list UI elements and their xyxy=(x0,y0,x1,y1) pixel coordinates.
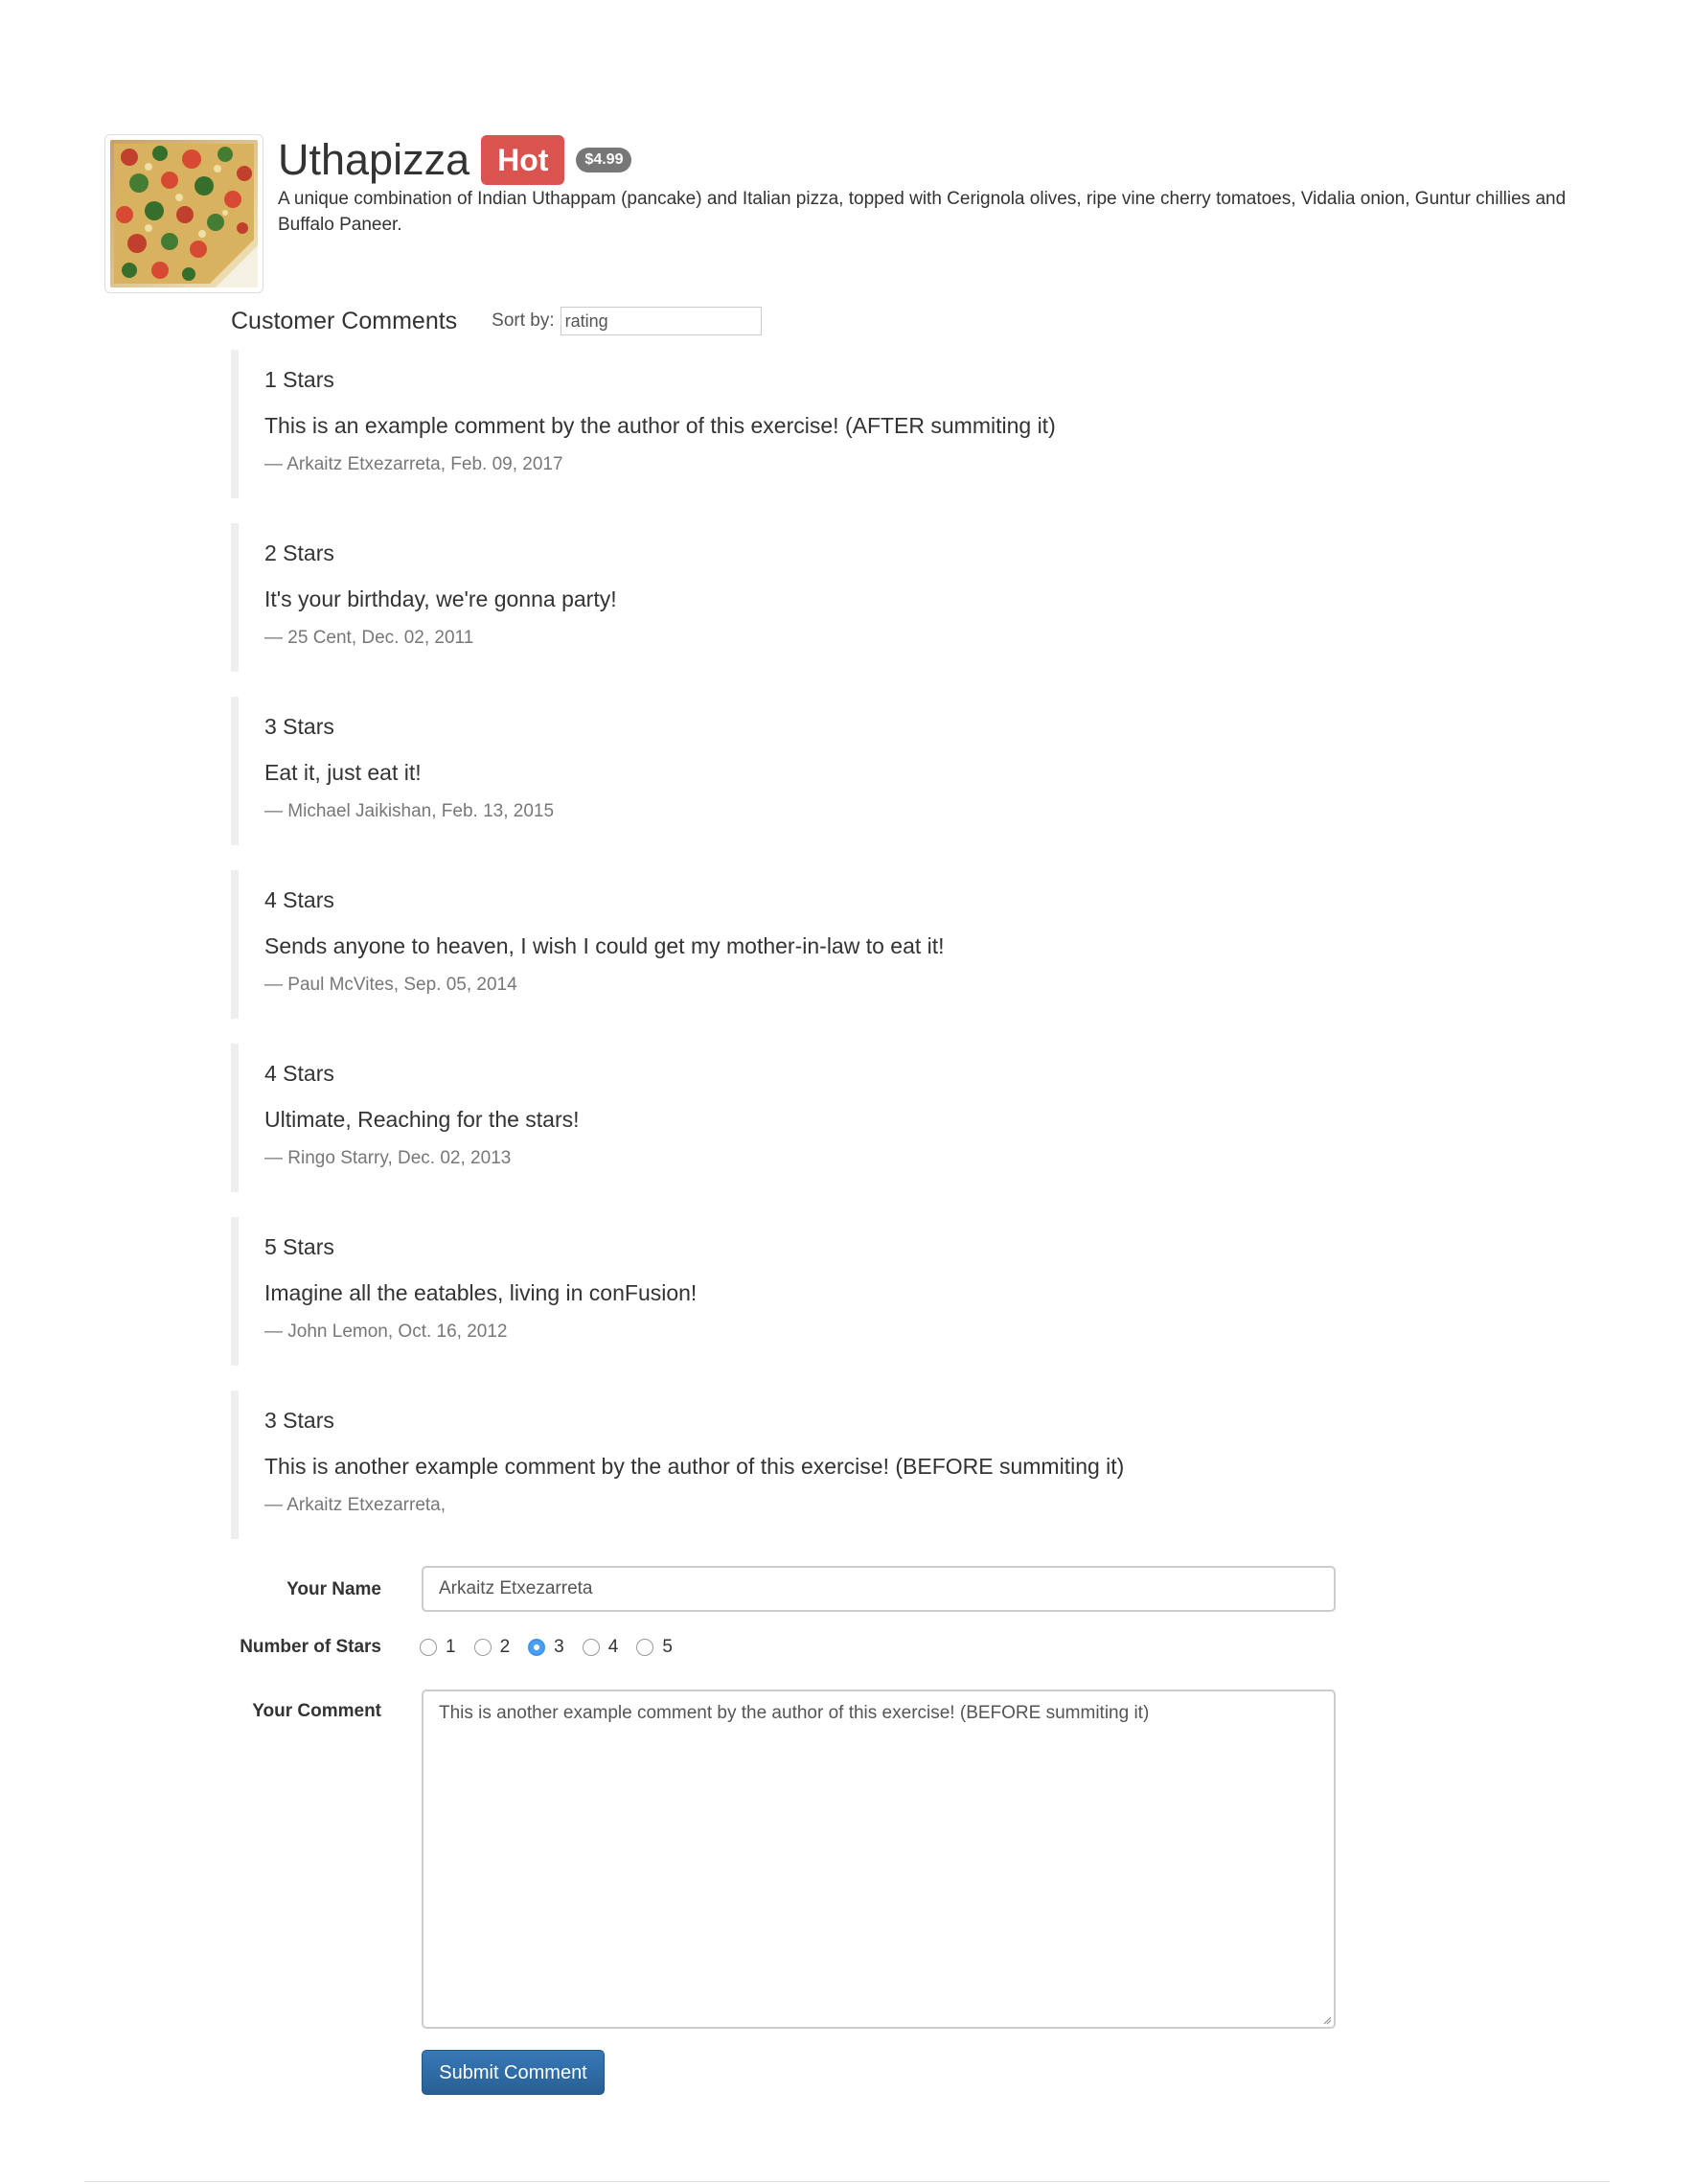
comment-text: Imagine all the eatables, living in conF… xyxy=(264,1280,698,1305)
comments-header: Customer Comments Sort by: xyxy=(231,305,762,337)
comments-title: Customer Comments xyxy=(231,308,458,334)
comment-item: 4 Stars Ultimate, Reaching for the stars… xyxy=(231,1044,1381,1192)
radio-label: 1 xyxy=(446,1637,456,1657)
comment-text: Eat it, just eat it! xyxy=(264,760,422,785)
pizza-image xyxy=(110,140,258,287)
radio-button-checked[interactable] xyxy=(528,1639,546,1656)
comment-stars: 1 Stars xyxy=(264,367,334,392)
comment-text: This is an example comment by the author… xyxy=(264,413,1056,438)
footer-divider xyxy=(84,2181,1610,2182)
comment-author-date: — Arkaitz Etxezarreta, xyxy=(264,1495,446,1515)
comment-author-date: — Paul McVites, Sep. 05, 2014 xyxy=(264,975,517,995)
stars-label: Number of Stars xyxy=(240,1637,381,1657)
comment-item: 1 Stars This is an example comment by th… xyxy=(231,350,1381,498)
comment-stars: 4 Stars xyxy=(264,887,334,912)
comment-item: 4 Stars Sends anyone to heaven, I wish I… xyxy=(231,870,1381,1019)
sort-input[interactable] xyxy=(560,307,762,335)
comment-text: It's your birthday, we're gonna party! xyxy=(264,586,617,611)
comment-stars: 3 Stars xyxy=(264,1408,334,1433)
comment-item: 5 Stars Imagine all the eatables, living… xyxy=(231,1217,1381,1366)
comment-stars: 3 Stars xyxy=(264,714,334,739)
resize-handle-icon[interactable] xyxy=(1322,2015,1332,2025)
radio-button[interactable] xyxy=(582,1639,600,1656)
name-field[interactable] xyxy=(422,1566,1336,1612)
radio-button[interactable] xyxy=(420,1639,437,1656)
stars-radio-group: 1 2 3 4 5 xyxy=(420,1637,691,1658)
comment-author-date: — Ringo Starry, Dec. 02, 2013 xyxy=(264,1148,512,1168)
comment-textarea[interactable]: This is another example comment by the a… xyxy=(422,1690,1336,2029)
hot-label: Hot xyxy=(481,135,565,185)
price-badge: $4.99 xyxy=(576,148,632,172)
comment-text: This is another example comment by the a… xyxy=(264,1454,1125,1479)
star-option-1[interactable]: 1 xyxy=(420,1637,456,1658)
comment-item: 2 Stars It's your birthday, we're gonna … xyxy=(231,523,1381,672)
star-option-2[interactable]: 2 xyxy=(473,1637,511,1658)
star-option-3[interactable]: 3 xyxy=(528,1637,564,1658)
comment-stars: 5 Stars xyxy=(264,1234,334,1259)
comment-author-date: — Michael Jaikishan, Feb. 13, 2015 xyxy=(264,801,555,821)
dish-title-row: Uthapizza Hot $4.99 xyxy=(278,132,632,188)
comment-label: Your Comment xyxy=(252,1701,381,1721)
name-label: Your Name xyxy=(286,1579,381,1599)
comment-author-date: — 25 Cent, Dec. 02, 2011 xyxy=(264,628,474,648)
comment-list: 1 Stars This is an example comment by th… xyxy=(231,350,1381,1564)
submit-comment-button[interactable]: Submit Comment xyxy=(422,2050,605,2095)
comment-stars: 2 Stars xyxy=(264,540,334,565)
comment-item-preview: 3 Stars This is another example comment … xyxy=(231,1391,1381,1539)
dish-name: Uthapizza xyxy=(278,135,470,184)
comment-author-date: — Arkaitz Etxezarreta, Feb. 09, 2017 xyxy=(264,454,563,474)
comment-item: 3 Stars Eat it, just eat it! — Michael J… xyxy=(231,697,1381,845)
comment-text: Sends anyone to heaven, I wish I could g… xyxy=(264,933,945,958)
radio-label: 2 xyxy=(499,1637,511,1657)
sort-label: Sort by: xyxy=(492,310,555,331)
radio-label: 4 xyxy=(607,1637,619,1657)
radio-label: 3 xyxy=(554,1637,564,1657)
star-option-5[interactable]: 5 xyxy=(636,1637,673,1658)
comment-stars: 4 Stars xyxy=(264,1061,334,1086)
radio-label: 5 xyxy=(662,1637,673,1657)
star-option-4[interactable]: 4 xyxy=(582,1637,619,1658)
radio-button[interactable] xyxy=(636,1639,654,1656)
dish-description: A unique combination of Indian Uthappam … xyxy=(278,189,1567,235)
radio-button[interactable] xyxy=(473,1639,492,1656)
dish-image xyxy=(104,134,263,293)
comment-author-date: — John Lemon, Oct. 16, 2012 xyxy=(264,1322,508,1342)
comment-text: Ultimate, Reaching for the stars! xyxy=(264,1107,580,1132)
